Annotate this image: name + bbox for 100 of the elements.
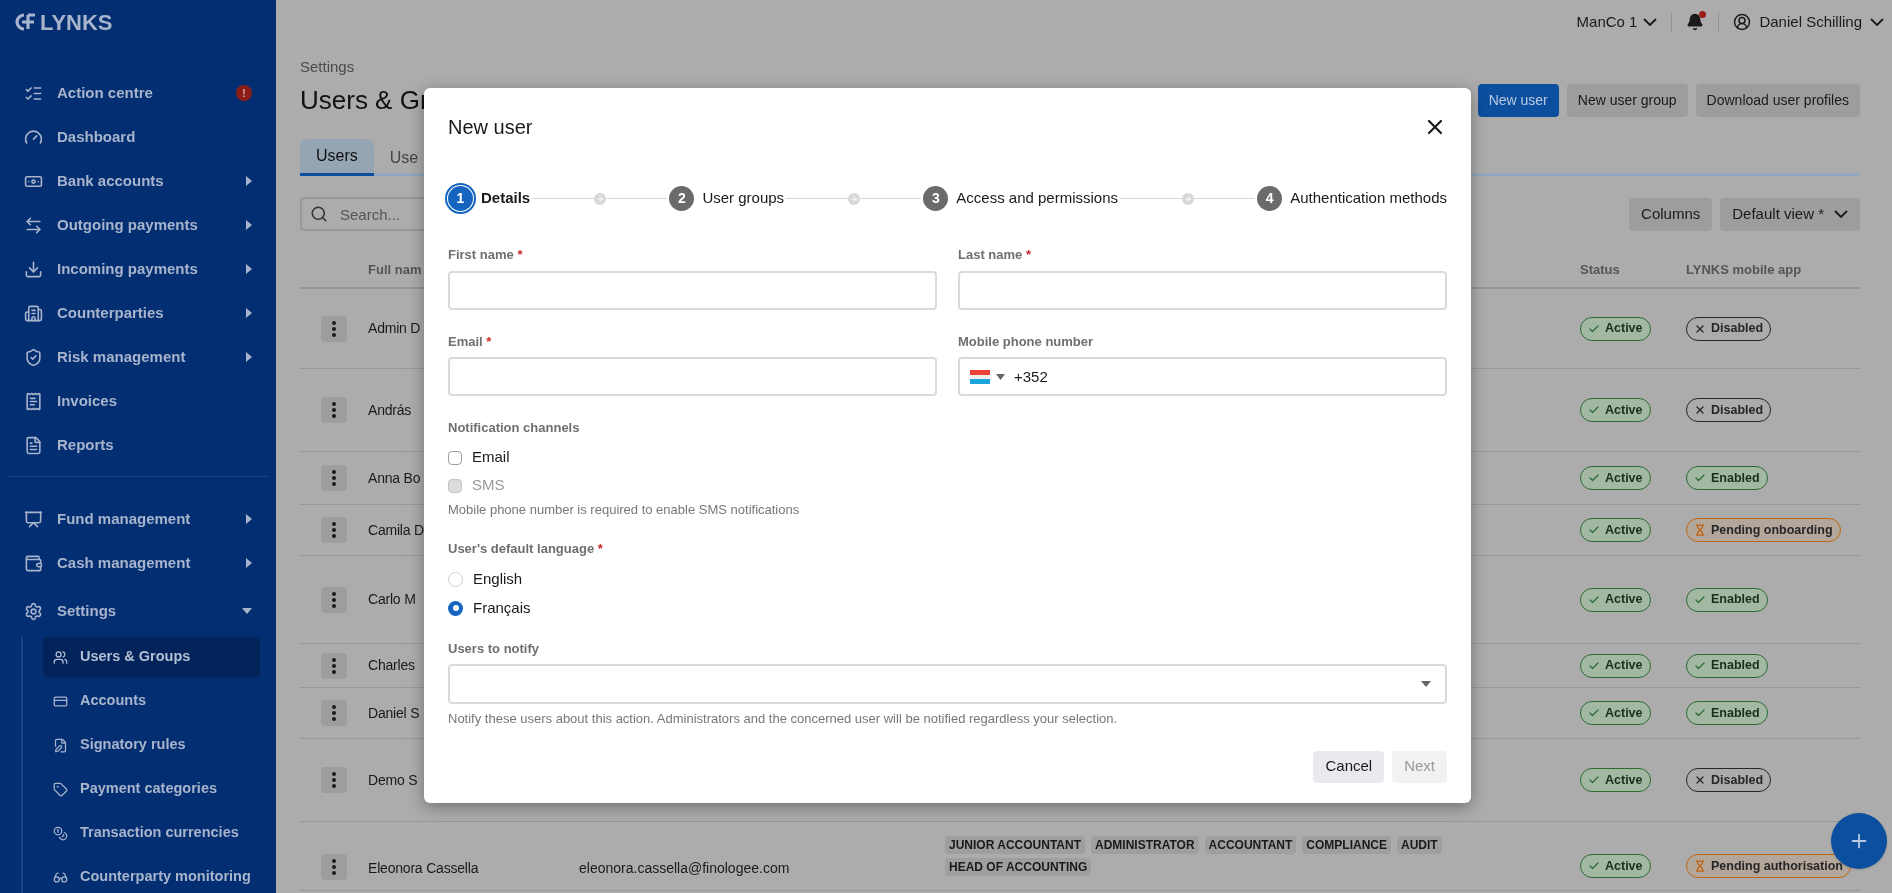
row-menu-button[interactable] [321, 700, 347, 726]
close-icon [1694, 404, 1706, 416]
building-icon [24, 303, 43, 323]
user-name: Admin D [368, 320, 421, 336]
field-label: Notification channels [448, 419, 581, 437]
status-badge: Active [1580, 653, 1651, 678]
action-button[interactable]: New user group [1566, 83, 1688, 117]
radio-label: English [473, 568, 523, 589]
radio-label: Français [473, 597, 531, 618]
step-label: Access and permissions [956, 188, 1118, 209]
sidebar-item[interactable]: Reports [0, 423, 276, 467]
check-icon [1588, 472, 1600, 484]
user-name: Demo S [368, 771, 418, 788]
row-menu-button[interactable] [321, 652, 347, 679]
step-number: 4 [1257, 186, 1283, 211]
row-menu-button[interactable] [321, 854, 347, 880]
check-icon [1588, 404, 1600, 416]
step-number: 3 [923, 186, 949, 211]
group-tag: COMPLIANCE [1302, 836, 1391, 854]
group-tag: ACCOUNTANT [1204, 836, 1297, 854]
group-tag: AUDIT [1397, 836, 1442, 854]
sidebar-subitem[interactable]: Signatory rules [43, 725, 260, 765]
org-switcher[interactable]: ManCo 1 [1576, 10, 1658, 34]
arrows-icon [24, 215, 43, 235]
caret-icon [246, 352, 252, 362]
sidebar-item[interactable]: Bank accounts [0, 159, 276, 203]
bell-icon [1686, 13, 1705, 31]
helper-text: Mobile phone number is required to enable SMS notifications [448, 500, 801, 519]
column-header: Full nam [368, 262, 422, 278]
status-badge: Enabled [1686, 701, 1768, 725]
chart-screen-icon [24, 509, 43, 529]
status-badge: Active [1580, 316, 1651, 341]
check-icon [1694, 472, 1706, 484]
row-menu-button[interactable] [321, 397, 347, 423]
more-icon [332, 657, 336, 674]
field-label: User's default language * [448, 540, 604, 558]
dialog-button[interactable]: Cancel [1313, 750, 1385, 783]
chevron-icon [1834, 210, 1848, 218]
tab[interactable]: Users [300, 139, 374, 176]
sidebar-item[interactable]: Invoices [0, 379, 276, 423]
receipt-icon [24, 391, 43, 411]
more-icon [332, 859, 336, 875]
user-name: Eleonora Cassella [368, 860, 479, 876]
caret-icon [246, 220, 252, 230]
dialog-title: New user [448, 115, 533, 140]
view-button[interactable]: Default view * [1720, 197, 1860, 231]
card-icon [53, 693, 68, 709]
sidebar-subitem[interactable]: Payment categories [43, 769, 260, 809]
group-tag: JUNIOR ACCOUNTANT [945, 836, 1085, 854]
step-number: 2 [669, 186, 695, 211]
sidebar-item[interactable]: Dashboard [0, 115, 276, 159]
sidebar-subitem[interactable]: Accounts [43, 681, 260, 721]
sidebar-subitem[interactable]: Counterparty monitoring [43, 857, 260, 893]
row-menu-button[interactable] [321, 586, 347, 613]
sidebar-item[interactable]: Fund management [0, 497, 276, 541]
sidebar-item[interactable]: Settings [0, 585, 276, 637]
user-name: Charles [368, 657, 415, 673]
alert-badge: ! [236, 85, 252, 101]
shield-icon [24, 347, 43, 367]
sidebar-item[interactable]: Incoming payments [0, 247, 276, 291]
user-name: Daniel S [368, 704, 420, 721]
sidebar-subitem[interactable]: Users & Groups [43, 637, 260, 677]
sidebar-item[interactable]: Cash management [0, 541, 276, 585]
view-button[interactable]: Columns [1629, 197, 1713, 231]
sidebar-item[interactable]: Counterparties [0, 291, 276, 335]
sidebar-item[interactable]: Risk management [0, 335, 276, 379]
status-badge: Pending onboarding [1686, 518, 1841, 542]
sidebar-subitem[interactable]: Transaction currencies [43, 813, 260, 853]
text-field[interactable] [958, 270, 1447, 310]
sidebar-item[interactable]: Outgoing payments [0, 203, 276, 247]
logo-text: LYNKS [40, 8, 113, 37]
helper-text: Notify these users about this action. Administrators and the concerned user will be notified regardless your selection. [448, 710, 1119, 728]
sidebar-item[interactable]: Action centre ! [0, 71, 276, 115]
notifications-button[interactable] [1686, 13, 1705, 31]
step-label: Authentication methods [1290, 188, 1447, 209]
settings-icon [24, 601, 43, 621]
row-menu-button[interactable] [321, 517, 347, 543]
user-menu[interactable]: Daniel Schilling [1733, 10, 1884, 34]
close-icon [1694, 774, 1706, 786]
caret-icon [246, 264, 252, 274]
status-badge: Active [1580, 701, 1651, 725]
search-icon [310, 205, 328, 223]
action-button[interactable]: New user [1477, 83, 1559, 117]
text-field[interactable] [448, 270, 937, 310]
check-icon [1588, 707, 1600, 719]
status-badge: Active [1580, 398, 1651, 422]
row-menu-button[interactable] [321, 767, 347, 793]
caret-icon [246, 308, 252, 318]
breadcrumb: Settings [300, 57, 356, 77]
tab[interactable]: Use [373, 139, 435, 176]
checkbox[interactable] [448, 450, 462, 465]
checkbox-label: Email [472, 447, 510, 468]
text-field[interactable] [448, 357, 937, 396]
action-button[interactable]: Download user profiles [1695, 83, 1860, 117]
coins-icon [53, 825, 68, 841]
row-menu-button[interactable] [321, 315, 347, 342]
row-menu-button[interactable] [321, 465, 347, 491]
phone-field[interactable]: +352 [958, 357, 1447, 396]
more-icon [332, 522, 336, 538]
radio-button[interactable] [448, 600, 463, 616]
